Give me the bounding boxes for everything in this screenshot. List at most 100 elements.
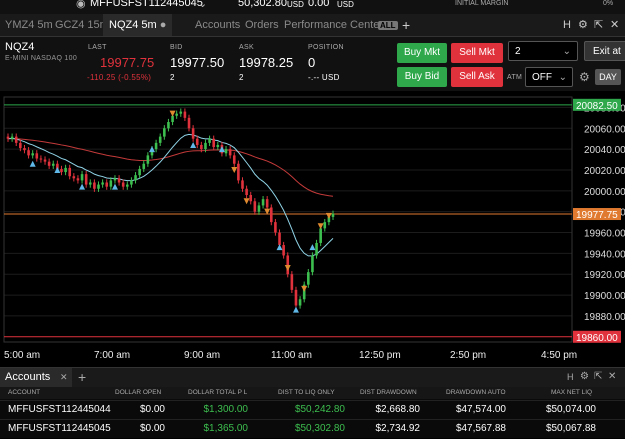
add-panel-button[interactable]: + bbox=[78, 369, 86, 385]
settings-gear-icon[interactable]: ⚙ bbox=[580, 371, 589, 382]
position-value: 0 bbox=[308, 55, 316, 70]
candle-body bbox=[298, 299, 302, 306]
candle-body bbox=[84, 174, 88, 185]
sell-signal-marker bbox=[169, 110, 176, 117]
price-axis-label: 19880.00 bbox=[584, 312, 625, 323]
tab-accounts[interactable]: Accounts bbox=[195, 14, 240, 36]
sell-market-button[interactable]: Sell Mkt bbox=[451, 43, 503, 63]
candle-body bbox=[212, 138, 215, 148]
candle-body bbox=[195, 138, 199, 145]
candle-body bbox=[27, 150, 30, 156]
candle-body bbox=[31, 153, 34, 156]
table-cell: MFFUSFST112445045 bbox=[8, 423, 111, 434]
table-cell: MFFUSFST112445044 bbox=[8, 404, 111, 415]
candle-body bbox=[142, 163, 146, 169]
close-icon[interactable]: ✕ bbox=[60, 372, 68, 383]
candle-body bbox=[253, 201, 257, 212]
col-dollar-open[interactable]: DOLLAR OPEN bbox=[115, 389, 161, 396]
candle-body bbox=[146, 155, 150, 164]
candle-body bbox=[204, 142, 207, 150]
candle-body bbox=[216, 144, 220, 148]
time-axis-label: 12:50 pm bbox=[359, 350, 401, 361]
candle-body bbox=[265, 199, 269, 208]
tabs-all-badge[interactable]: ALL bbox=[378, 14, 398, 36]
atm-settings-gear-icon[interactable]: ⚙ bbox=[579, 70, 590, 84]
table-cell: $0.00 bbox=[139, 404, 165, 415]
buy-signal-marker bbox=[79, 183, 86, 190]
last-label: LAST bbox=[88, 44, 107, 51]
candle-body bbox=[167, 122, 170, 129]
tab-orders[interactable]: Orders bbox=[245, 14, 279, 36]
candle-body bbox=[35, 153, 39, 159]
candle-body bbox=[241, 180, 244, 189]
price-chart[interactable]: 20080.0020060.0020040.0020020.0020000.00… bbox=[0, 92, 625, 367]
add-tab-button[interactable]: + bbox=[402, 14, 410, 36]
candle-body bbox=[6, 136, 10, 139]
tab-accounts-panel[interactable]: Accounts ✕ bbox=[0, 368, 72, 388]
accounts-table: ACCOUNT DOLLAR OPEN DOLLAR TOTAL P L DIS… bbox=[0, 387, 625, 438]
candle-body bbox=[282, 245, 285, 256]
candle-body bbox=[224, 149, 228, 154]
candle-body bbox=[331, 213, 335, 217]
candle-body bbox=[126, 184, 129, 187]
close-icon[interactable]: ✕ bbox=[608, 371, 616, 382]
buy-signal-marker bbox=[111, 183, 118, 190]
table-row[interactable]: MFFUSFST112445045 $0.00 $1,365.00 $50,302.8… bbox=[0, 419, 625, 439]
atm-select[interactable]: OFF ⌄ bbox=[525, 67, 573, 87]
tab-ymz4[interactable]: YMZ4 5m bbox=[5, 14, 53, 36]
symbol-name: E-MINI NASDAQ 100 bbox=[5, 55, 78, 62]
tab-nqz4[interactable]: NQZ4 5m ● bbox=[103, 14, 173, 36]
candle-body bbox=[183, 111, 187, 118]
status-dot-icon: ● bbox=[159, 19, 167, 31]
table-row[interactable]: MFFUSFST112445044 $0.00 $1,300.00 $50,242.8… bbox=[0, 400, 625, 420]
tab-gcz4[interactable]: GCZ4 15m bbox=[55, 14, 109, 36]
bid-price: 19977.50 bbox=[170, 55, 225, 70]
price-axis-label: 19900.00 bbox=[584, 291, 625, 302]
pnl-unit: USD bbox=[337, 0, 354, 9]
col-dist-drawdown[interactable]: DIST DRAWDOWN bbox=[360, 389, 417, 396]
candle-body bbox=[278, 232, 281, 246]
candle-body bbox=[43, 159, 47, 162]
col-drawdown-auto[interactable]: DRAWDOWN AUTO bbox=[446, 389, 506, 396]
popout-icon[interactable]: ⇱ bbox=[594, 14, 603, 36]
ask-price: 19978.25 bbox=[239, 55, 294, 70]
chart-svg[interactable]: 20080.0020060.0020040.0020020.0020000.00… bbox=[0, 92, 625, 367]
symbol: NQZ4 bbox=[5, 41, 35, 53]
candle-body bbox=[23, 148, 26, 151]
tab-performance-center[interactable]: Performance Center bbox=[284, 14, 383, 36]
col-dollar-total-pl[interactable]: DOLLAR TOTAL P L bbox=[188, 389, 247, 396]
chevron-down-icon[interactable]: ⌄ bbox=[198, 0, 207, 10]
quantity-select[interactable]: 2 ⌄ bbox=[508, 41, 578, 61]
candle-body bbox=[175, 113, 178, 116]
bid-label: BID bbox=[170, 44, 183, 51]
popout-icon[interactable]: ⇱ bbox=[594, 371, 602, 382]
table-cell: $2,668.80 bbox=[375, 404, 421, 415]
chart-candles bbox=[6, 108, 335, 309]
table-cell: $47,574.00 bbox=[455, 404, 506, 415]
candle-body bbox=[154, 142, 158, 150]
col-dist-to-liq[interactable]: DIST TO LIQ ONLY bbox=[278, 389, 335, 396]
time-in-force-day-button[interactable]: DAY bbox=[595, 69, 621, 85]
table-cell: $50,067.88 bbox=[545, 423, 596, 434]
candle-body bbox=[113, 178, 117, 181]
candle-body bbox=[171, 115, 174, 123]
buy-bid-button[interactable]: Buy Bid bbox=[397, 67, 447, 87]
candle-body bbox=[179, 111, 183, 114]
candle-body bbox=[163, 128, 166, 137]
col-account[interactable]: ACCOUNT bbox=[8, 389, 40, 396]
candle-body bbox=[68, 167, 72, 177]
vwap-line bbox=[7, 133, 334, 257]
buy-market-button[interactable]: Buy Mkt bbox=[397, 43, 447, 63]
exit-at-button[interactable]: Exit at bbox=[584, 41, 625, 61]
settings-gear-icon[interactable]: ⚙ bbox=[578, 14, 588, 36]
close-icon[interactable]: ✕ bbox=[610, 14, 619, 36]
col-max-net-liq[interactable]: MAX NET LIQ bbox=[551, 389, 592, 396]
price-axis-label: 19960.00 bbox=[584, 229, 625, 240]
account-selector[interactable]: MFFUSFST112445045 bbox=[90, 0, 203, 9]
sell-signal-marker bbox=[284, 264, 291, 271]
sell-ask-button[interactable]: Sell Ask bbox=[451, 67, 503, 87]
tab-nqz4-label: NQZ4 5m bbox=[109, 19, 157, 31]
accounts-tab-label: Accounts bbox=[5, 371, 51, 383]
header-icon[interactable]: H bbox=[563, 14, 571, 36]
header-icon[interactable]: H bbox=[567, 372, 574, 382]
